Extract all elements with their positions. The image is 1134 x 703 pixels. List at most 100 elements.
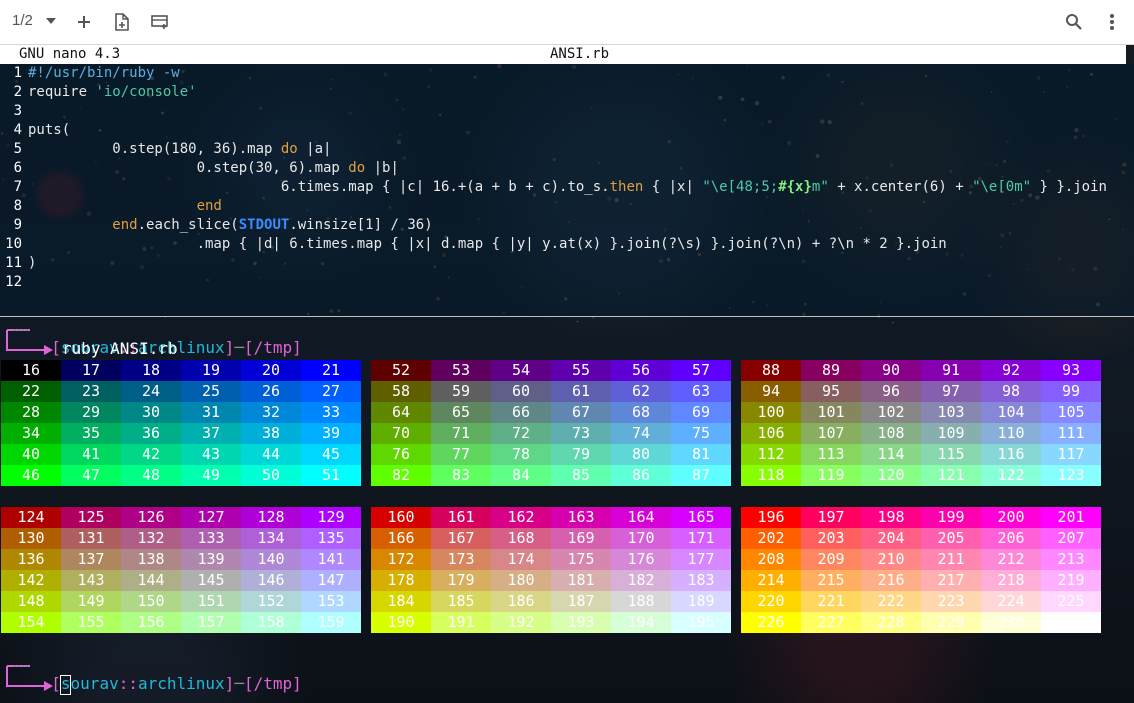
color-cell: 187 bbox=[551, 591, 611, 612]
code-token: m" bbox=[811, 179, 829, 195]
more-vert-icon[interactable] bbox=[1100, 10, 1124, 34]
color-cell: 185 bbox=[431, 591, 491, 612]
code-token: STDOUT bbox=[238, 217, 290, 233]
color-cell: 56 bbox=[611, 360, 671, 381]
color-cell: 200 bbox=[981, 507, 1041, 528]
command-text: ruby ANSI.rb bbox=[62, 339, 178, 358]
color-cell: 158 bbox=[241, 612, 301, 633]
code-token: require bbox=[28, 84, 96, 100]
color-cell: 62 bbox=[611, 381, 671, 402]
color-cell: 120 bbox=[861, 465, 921, 486]
color-cell: 90 bbox=[861, 360, 921, 381]
color-cell: 118 bbox=[741, 465, 801, 486]
code-token: } }.join bbox=[1031, 179, 1107, 195]
color-cell: 49 bbox=[181, 465, 241, 486]
color-cell: 220 bbox=[741, 591, 801, 612]
color-cell: 40 bbox=[1, 444, 61, 465]
code-line: 0.step(180, 36).map do |a| bbox=[28, 140, 331, 159]
color-cell: 70 bbox=[371, 423, 431, 444]
code-token: "\e[48;5; bbox=[702, 179, 779, 195]
color-cell: 35 bbox=[61, 423, 121, 444]
color-cell: 198 bbox=[861, 507, 921, 528]
color-cell: 113 bbox=[801, 444, 861, 465]
color-cell: 26 bbox=[241, 381, 301, 402]
color-cell: 161 bbox=[431, 507, 491, 528]
color-cell: 57 bbox=[671, 360, 731, 381]
code-line: require 'io/console' bbox=[28, 83, 197, 102]
color-cell: 227 bbox=[801, 612, 861, 633]
color-cell: 149 bbox=[61, 591, 121, 612]
nano-version: GNU nano 4.3 bbox=[19, 46, 121, 62]
color-cell: 75 bbox=[671, 423, 731, 444]
color-cell: 103 bbox=[921, 402, 981, 423]
color-cell: 123 bbox=[1041, 465, 1101, 486]
code-token: then bbox=[609, 179, 644, 195]
color-cell: 72 bbox=[491, 423, 551, 444]
color-cell: 203 bbox=[801, 528, 861, 549]
color-cell: 180 bbox=[491, 570, 551, 591]
color-cell: 66 bbox=[491, 402, 551, 423]
line-number: 1 bbox=[13, 65, 22, 81]
color-cell: 126 bbox=[121, 507, 181, 528]
color-cell: 71 bbox=[431, 423, 491, 444]
color-cell: 228 bbox=[861, 612, 921, 633]
color-cell: 114 bbox=[861, 444, 921, 465]
tab-dropdown-icon[interactable] bbox=[46, 18, 56, 24]
line-number: 12 bbox=[5, 274, 22, 290]
code-token: #!/usr/bin/ruby -w bbox=[28, 65, 180, 81]
new-window-icon[interactable] bbox=[110, 10, 134, 34]
color-cell: 156 bbox=[121, 612, 181, 633]
color-cell: 201 bbox=[1041, 507, 1101, 528]
color-cell: 147 bbox=[301, 570, 361, 591]
color-cell: 68 bbox=[611, 402, 671, 423]
color-cell: 162 bbox=[491, 507, 551, 528]
color-cell: 84 bbox=[491, 465, 551, 486]
color-cell: 45 bbox=[301, 444, 361, 465]
line-number: 2 bbox=[13, 84, 22, 100]
code-token: 'io/console' bbox=[95, 84, 197, 100]
prompt-host: archlinux bbox=[137, 674, 225, 693]
color-cell: 154 bbox=[1, 612, 61, 633]
color-cell: 127 bbox=[181, 507, 241, 528]
color-cell: 92 bbox=[981, 360, 1041, 381]
line-number: 5 bbox=[13, 141, 22, 157]
color-cell: 133 bbox=[181, 528, 241, 549]
color-cell: 27 bbox=[301, 381, 361, 402]
color-cell: 93 bbox=[1041, 360, 1101, 381]
nano-editor[interactable]: 1 #!/usr/bin/ruby -w 2 require 'io/console'… bbox=[0, 64, 1134, 316]
color-cell: 226 bbox=[741, 612, 801, 633]
color-cell: 111 bbox=[1041, 423, 1101, 444]
color-cell: 190 bbox=[371, 612, 431, 633]
color-cell: 95 bbox=[801, 381, 861, 402]
color-cell: 223 bbox=[921, 591, 981, 612]
color-cell: 199 bbox=[921, 507, 981, 528]
color-cell: 218 bbox=[981, 570, 1041, 591]
tab-counter[interactable]: 1/2 bbox=[12, 12, 33, 29]
color-cell: 109 bbox=[921, 423, 981, 444]
color-cell: 23 bbox=[61, 381, 121, 402]
code-line: 6.times.map { |c| 16.+(a + b + c).to_s.t… bbox=[28, 178, 1107, 197]
code-line: puts( bbox=[28, 121, 70, 140]
color-cell: 65 bbox=[431, 402, 491, 423]
color-cell: 141 bbox=[301, 549, 361, 570]
color-cell: 128 bbox=[241, 507, 301, 528]
layout-icon[interactable] bbox=[148, 10, 172, 34]
color-cell: 104 bbox=[981, 402, 1041, 423]
line-number: 4 bbox=[13, 122, 22, 138]
color-cell: 216 bbox=[861, 570, 921, 591]
color-cell: 211 bbox=[921, 549, 981, 570]
search-icon[interactable] bbox=[1062, 10, 1086, 34]
color-cell: 42 bbox=[121, 444, 181, 465]
color-cell: 80 bbox=[611, 444, 671, 465]
color-cell: 197 bbox=[801, 507, 861, 528]
toolbar: 1/2 bbox=[0, 0, 1134, 45]
color-cell: 132 bbox=[121, 528, 181, 549]
new-tab-icon[interactable] bbox=[72, 10, 96, 34]
color-cell: 172 bbox=[371, 549, 431, 570]
code-token: "\e[0m" bbox=[972, 179, 1032, 195]
color-cell: 119 bbox=[801, 465, 861, 486]
color-cell: 146 bbox=[241, 570, 301, 591]
code-line: #!/usr/bin/ruby -w bbox=[28, 64, 180, 83]
color-cell: 213 bbox=[1041, 549, 1101, 570]
color-cell: 108 bbox=[861, 423, 921, 444]
